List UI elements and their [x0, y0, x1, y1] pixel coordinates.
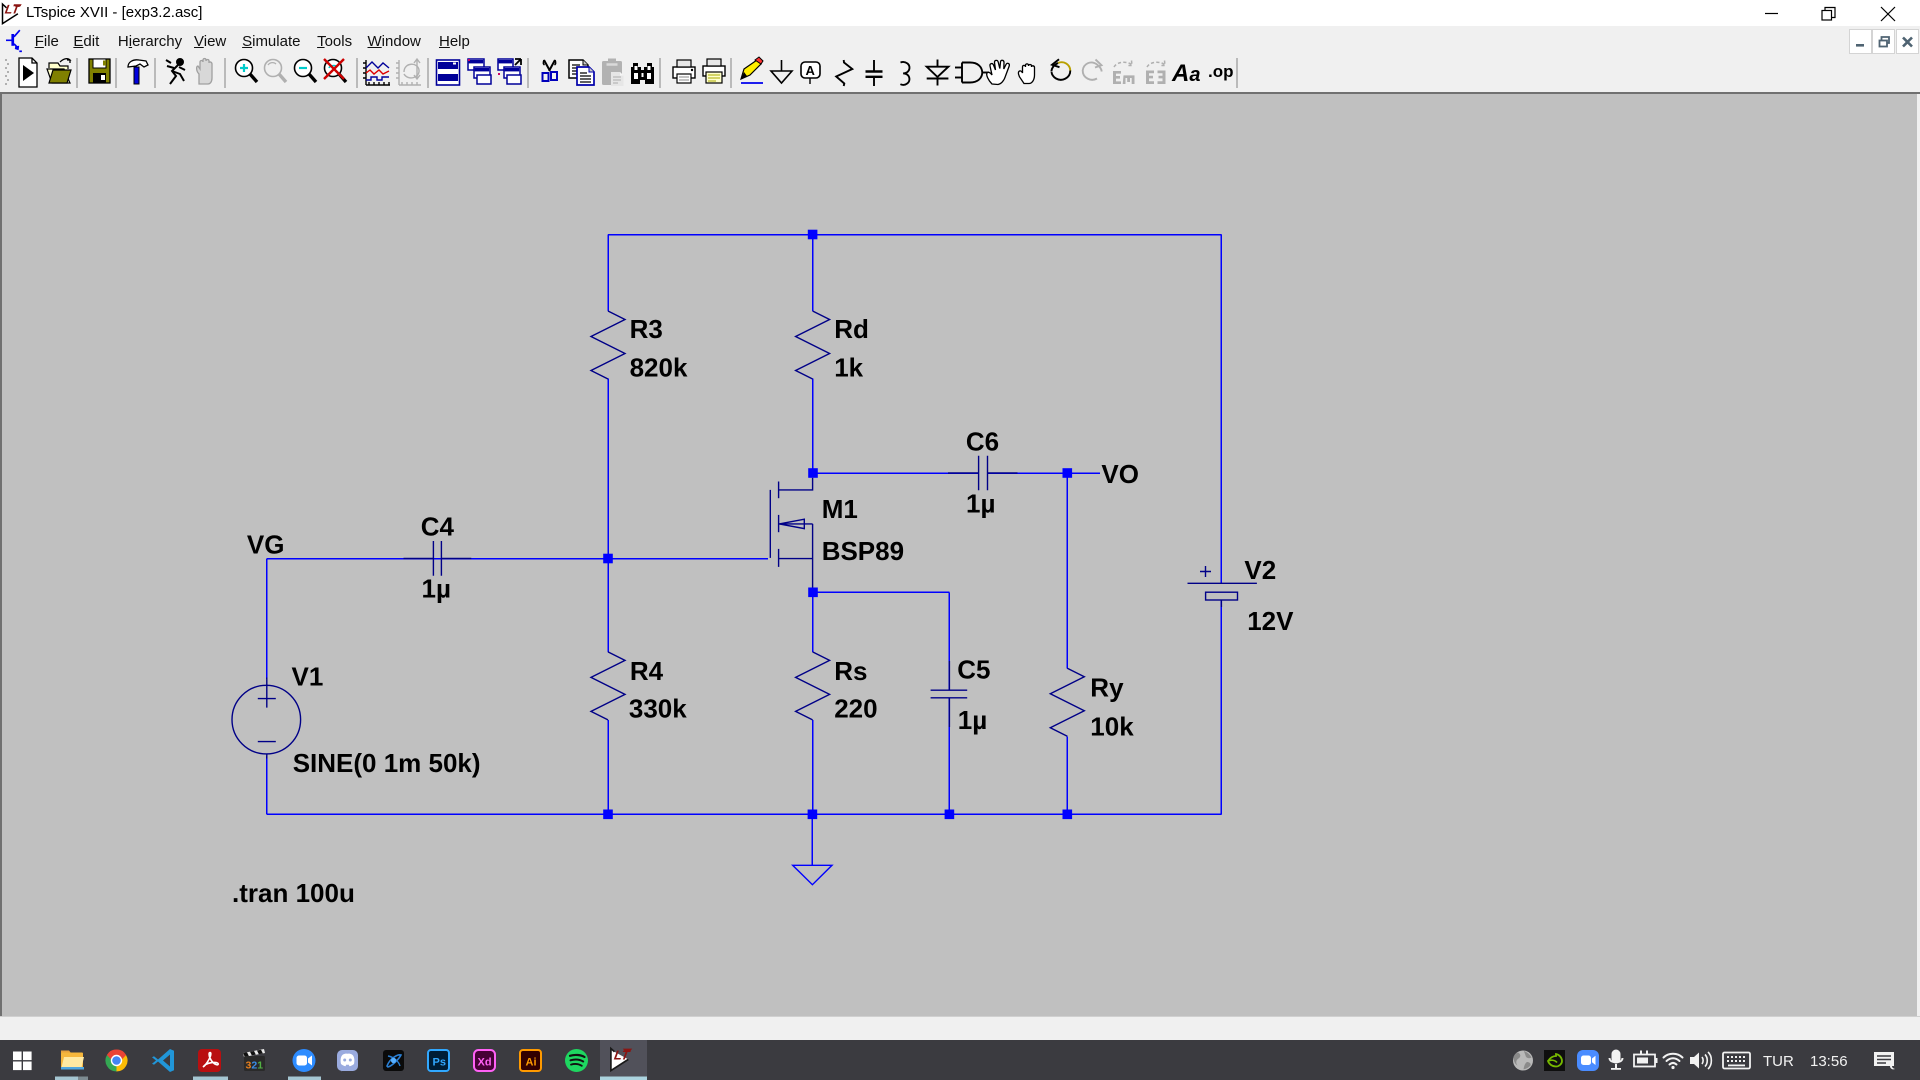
- svg-text:Ai: Ai: [526, 1057, 537, 1069]
- svg-text:.op: .op: [1208, 62, 1234, 81]
- svg-text:Xd: Xd: [478, 1057, 492, 1069]
- svg-text:13:56: 13:56: [1810, 1053, 1848, 1070]
- svg-text:A: A: [806, 63, 816, 78]
- svg-text:Ps: Ps: [433, 1057, 446, 1069]
- svg-text:321: 321: [246, 1060, 264, 1072]
- svg-text:TUR: TUR: [1763, 1053, 1794, 1070]
- svg-text:Aa: Aa: [1171, 60, 1200, 87]
